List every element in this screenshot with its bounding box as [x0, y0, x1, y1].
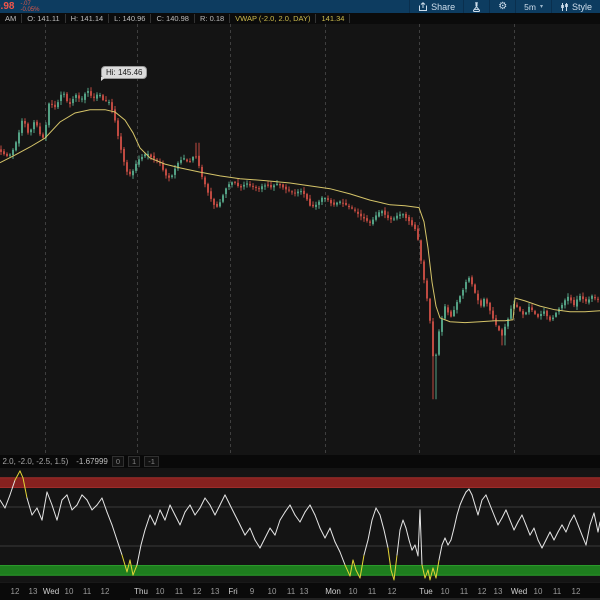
axis-hour-label-28: 12 [571, 587, 581, 596]
last-price: 0.98 [0, 1, 15, 12]
axis-day-label-fri-11: Fri [228, 587, 238, 596]
style-icon [561, 2, 568, 11]
settings-button[interactable]: ⚙ [489, 0, 515, 13]
style-label: Style [571, 1, 592, 12]
ohlc-cell-4: C: 140.98 [151, 14, 195, 23]
share-label: Share [431, 1, 456, 12]
axis-hour-label-15: 13 [299, 587, 309, 596]
study-plot-values: 0 1 -1 [108, 456, 159, 467]
timeframe-dropdown[interactable]: 5m ▾ [515, 0, 551, 13]
axis-hour-label-1: 13 [28, 587, 38, 596]
ohlc-cell-2: H: 141.14 [66, 14, 110, 23]
share-button[interactable]: Share [409, 0, 463, 13]
axis-hour-label-5: 12 [100, 587, 110, 596]
top-toolbar: 0.98 -.07 -0.05% Share ⚙ 5m ▾ Style [0, 0, 600, 14]
axis-hour-label-18: 11 [367, 587, 377, 596]
axis-hour-label-0: 12 [10, 587, 20, 596]
axis-hour-label-8: 11 [174, 587, 184, 596]
plot-box-1[interactable]: 1 [128, 456, 141, 467]
plot-box-0[interactable]: 0 [111, 456, 125, 467]
axis-hour-label-23: 12 [477, 587, 487, 596]
study-parameters: , 2.0, -2.0, -2.5, 1.5) [0, 457, 69, 466]
axis-hour-label-17: 10 [348, 587, 358, 596]
trading-app-window: 0.98 -.07 -0.05% Share ⚙ 5m ▾ Style [0, 0, 600, 600]
axis-hour-label-12: 9 [249, 587, 255, 596]
ohlc-cell-3: L: 140.96 [109, 14, 152, 23]
axis-day-label-mon-16: Mon [325, 587, 341, 596]
high-price-callout: Hi: 145.46 [101, 66, 148, 81]
axis-hour-label-19: 12 [387, 587, 397, 596]
study-current-value: -1.67999 [76, 457, 108, 466]
ohlc-cell-0: AM [0, 14, 23, 23]
candlestick-chart [0, 24, 600, 455]
axis-hour-label-24: 13 [493, 587, 503, 596]
timeframe-value: 5m [524, 1, 536, 12]
axis-hour-label-27: 11 [552, 587, 562, 596]
time-axis[interactable]: 12 13 Wed 10 11 12 Thu 10 11 12 13 Fri 9 10 11 13 Mon 10 1… [0, 582, 600, 600]
flask-icon [473, 1, 481, 12]
vwap-study-value: 141.34 [316, 14, 351, 23]
axis-hour-label-3: 10 [64, 587, 74, 596]
price-change: -.07 -0.05% [20, 1, 39, 13]
axis-hour-label-9: 12 [192, 587, 202, 596]
style-button[interactable]: Style [550, 0, 600, 13]
axis-hour-label-14: 11 [286, 587, 296, 596]
oscillator-chart [0, 470, 600, 581]
ohlc-cell-1: O: 141.11 [22, 14, 66, 23]
axis-hour-label-21: 10 [440, 587, 450, 596]
price-chart-panel[interactable]: Hi: 145.46 [0, 24, 600, 455]
axis-hour-label-4: 11 [82, 587, 92, 596]
axis-day-label-wed-25: Wed [510, 587, 528, 596]
axis-day-label-tue-20: Tue [419, 587, 433, 596]
toolbar-buttons: Share ⚙ 5m ▾ Style [409, 0, 600, 13]
share-icon [419, 1, 428, 11]
axis-day-label-wed-2: Wed [42, 587, 60, 596]
gear-icon: ⚙ [498, 0, 508, 12]
axis-hour-label-7: 10 [155, 587, 165, 596]
analyze-button[interactable] [463, 0, 489, 13]
plot-box-2[interactable]: -1 [144, 456, 159, 467]
axis-hour-label-26: 10 [533, 587, 543, 596]
axis-day-label-thu-6: Thu [134, 587, 148, 596]
oscillator-panel[interactable] [0, 468, 600, 582]
ohlc-cell-5: R: 0.18 [195, 14, 231, 23]
study-header-bar: , 2.0, -2.0, -2.5, 1.5) -1.67999 0 1 -1 [0, 455, 600, 469]
axis-hour-label-13: 10 [267, 587, 277, 596]
vwap-study-label[interactable]: VWAP (-2.0, 2.0, DAY) [230, 14, 317, 23]
chevron-down-icon: ▾ [539, 4, 543, 10]
axis-hour-label-10: 13 [210, 587, 220, 596]
change-percent: -0.05% [20, 6, 40, 13]
axis-hour-label-22: 11 [459, 587, 469, 596]
